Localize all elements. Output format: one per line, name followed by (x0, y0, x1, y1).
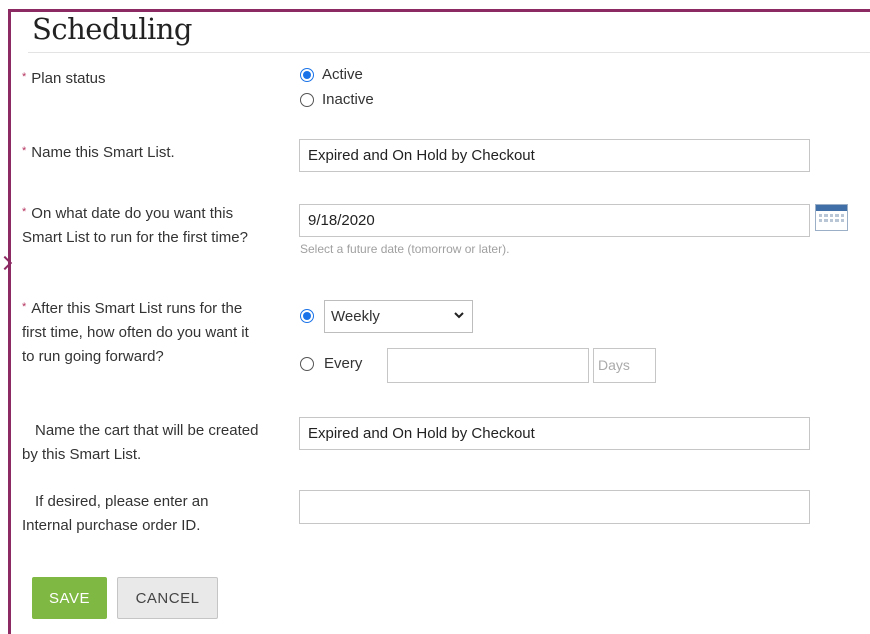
radio-active[interactable]: Active (300, 66, 363, 83)
date-input[interactable]: 9/18/2020 (299, 204, 810, 237)
name-label: * Name this Smart List. (22, 144, 175, 161)
required-marker: * (22, 145, 27, 157)
required-marker: * (22, 71, 27, 83)
frame-left-border (8, 9, 11, 634)
plan-status-label: * Plan status (22, 70, 106, 87)
po-id-input[interactable] (299, 490, 810, 524)
required-marker: * (22, 301, 27, 313)
page-title: Scheduling (32, 12, 192, 46)
every-unit-field[interactable]: Days (593, 348, 656, 383)
radio-frequency-preset[interactable] (300, 309, 322, 323)
cart-name-input[interactable]: Expired and On Hold by Checkout (299, 417, 810, 450)
smart-list-name-input[interactable]: Expired and On Hold by Checkout (299, 139, 810, 172)
frequency-select[interactable]: Weekly (324, 300, 473, 333)
required-marker: * (22, 206, 27, 218)
every-count-input[interactable] (387, 348, 589, 383)
radio-every[interactable]: Every (300, 355, 362, 372)
date-label: * On what date do you want this Smart Lis… (22, 205, 248, 246)
radio-every-label: Every (324, 355, 363, 372)
frequency-select-value: Weekly (331, 308, 380, 325)
radio-inactive-label: Inactive (322, 91, 374, 108)
cancel-button[interactable]: CANCEL (117, 577, 218, 619)
radio-inactive-button[interactable] (300, 92, 314, 107)
radio-inactive[interactable]: Inactive (300, 91, 374, 108)
po-label: If desired, please enter an Internal pur… (22, 493, 209, 534)
cart-name-label: Name the cart that will be created by th… (22, 422, 259, 463)
title-divider (28, 52, 870, 53)
radio-preset-button[interactable] (300, 309, 314, 323)
date-hint: Select a future date (tomorrow or later)… (300, 242, 510, 256)
chevron-down-icon (454, 312, 464, 319)
calendar-icon[interactable] (815, 204, 848, 231)
save-button[interactable]: SAVE (32, 577, 107, 619)
radio-active-button[interactable] (300, 67, 314, 82)
frequency-label: * After this Smart List runs for the firs… (22, 300, 249, 365)
radio-active-label: Active (322, 66, 363, 83)
radio-every-button[interactable] (300, 356, 314, 371)
